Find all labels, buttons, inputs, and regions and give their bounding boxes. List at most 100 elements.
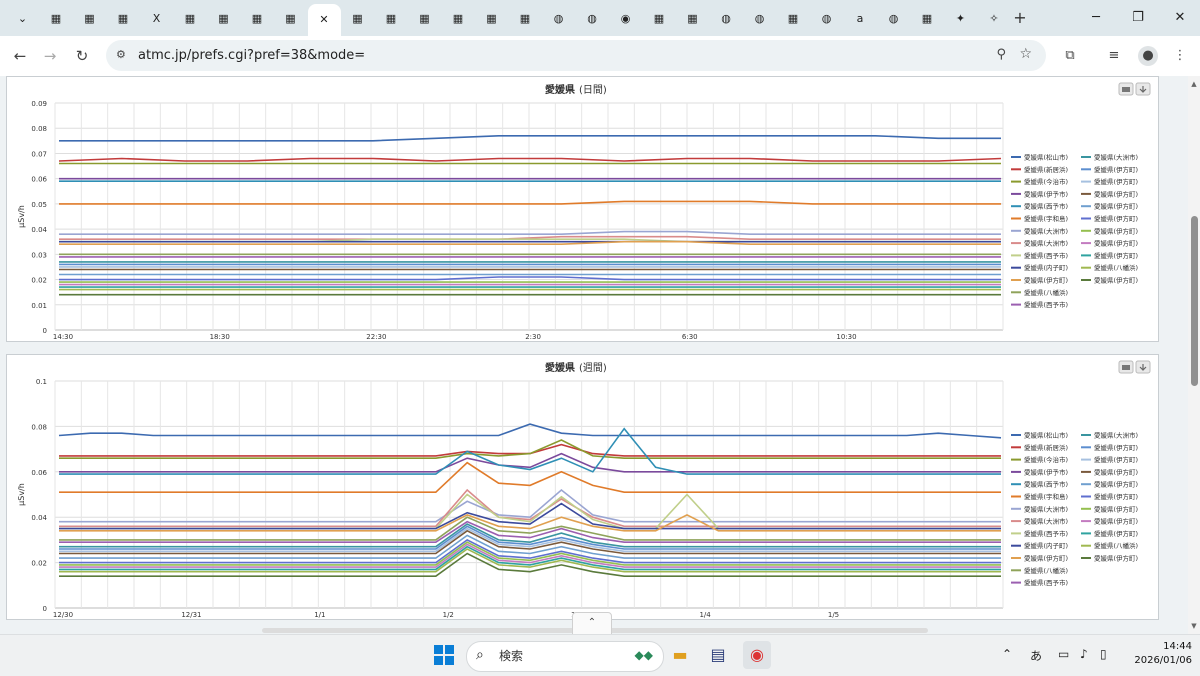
legend-item: 愛媛県(伊方町) (1094, 554, 1138, 563)
browser-tab[interactable]: ▦ (442, 6, 475, 32)
scroll-up-icon[interactable]: ▲ (1190, 80, 1198, 88)
start-button[interactable] (434, 645, 454, 665)
legend-item: 愛媛県(伊方町) (1094, 239, 1138, 248)
reload-button[interactable]: ↻ (70, 44, 94, 68)
legend-item: 愛媛県(松山市) (1024, 153, 1068, 162)
printer-icon (1122, 87, 1130, 92)
legend-item: 愛媛県(伊方町) (1094, 189, 1138, 198)
new-tab-button[interactable]: + (1010, 8, 1030, 28)
x-tick-label: 1/2 (443, 611, 454, 619)
browser-tab[interactable]: ▦ (40, 6, 73, 32)
chrome-icon[interactable]: ◉ (743, 641, 771, 669)
browser-tab[interactable]: ◉ (609, 6, 642, 32)
ime-indicator[interactable]: あ (1030, 647, 1042, 664)
zoom-icon[interactable]: ⚲ (996, 47, 1006, 62)
chart-subtitle: (日間) (579, 84, 607, 96)
close-window-button[interactable]: ✕ (1160, 6, 1200, 30)
browser-tab[interactable]: ◍ (542, 6, 575, 32)
forward-button[interactable]: → (38, 44, 62, 68)
site-settings-icon[interactable]: ⚙ (116, 48, 130, 62)
amazon-icon: a (856, 12, 864, 25)
legend-item: 愛媛県(伊予市) (1024, 467, 1068, 476)
legend-item: 愛媛県(伊方町) (1094, 251, 1138, 260)
browser-tab[interactable]: ⌄ (6, 6, 39, 32)
tray-chevron-icon[interactable]: ⌃ (1002, 647, 1012, 661)
scrollbar-thumb[interactable] (1191, 216, 1198, 386)
search-highlight-icon: ◆◆ (634, 648, 653, 662)
taskbar-search[interactable]: ⌕ 検索 ◆◆ (466, 641, 664, 672)
legend-item: 愛媛県(伊方町) (1094, 202, 1138, 211)
site-favicon: ▦ (687, 12, 698, 25)
browser-tab[interactable]: ◍ (743, 6, 776, 32)
browser-tab[interactable]: ◍ (576, 6, 609, 32)
legend-item: 愛媛県(伊予市) (1024, 189, 1068, 198)
browser-tab[interactable]: ✦ (944, 6, 977, 32)
clock[interactable]: 14:44 2026/01/06 (1120, 640, 1192, 668)
site-favicon: ▦ (218, 12, 229, 25)
browser-tab[interactable]: ▦ (73, 6, 106, 32)
chart-title: 愛媛県 (545, 361, 575, 374)
vertical-scrollbar[interactable]: ▲ ▼ (1188, 76, 1200, 634)
browser-tab[interactable]: ▦ (643, 6, 676, 32)
browser-tab[interactable]: ✕ (307, 4, 341, 36)
extensions-icon[interactable]: ⧉ (1060, 46, 1080, 66)
legend-item: 愛媛県(大洲市) (1094, 153, 1138, 162)
browser-tab[interactable]: ▦ (475, 6, 508, 32)
address-bar[interactable]: ⚙ atmc.jp/prefs.cgi?pref=38&mode= ⚲ ☆ (106, 40, 1046, 71)
legend-item: 愛媛県(伊方町) (1094, 214, 1138, 223)
scroll-hint-tab[interactable]: ⌃ (572, 612, 612, 636)
reading-list-icon[interactable]: ≡ (1104, 46, 1124, 66)
bookmark-star-icon[interactable]: ☆ (1019, 46, 1032, 62)
series-line (58, 157, 1002, 162)
browser-tab[interactable]: ▦ (375, 6, 408, 32)
maximize-button[interactable]: ❐ (1118, 6, 1158, 30)
legend-item: 愛媛県(宇和島) (1024, 214, 1068, 223)
legend-item: 愛媛県(伊方町) (1024, 554, 1068, 563)
volume-icon[interactable]: ♪ (1080, 647, 1088, 661)
battery-icon[interactable]: ▯ (1100, 647, 1107, 661)
y-tick-label: 0.01 (31, 302, 47, 310)
browser-tab[interactable]: ◍ (877, 6, 910, 32)
browser-tab[interactable]: ▦ (777, 6, 810, 32)
sparkle-icon: ✧ (989, 12, 999, 25)
browser-tab[interactable]: ▦ (207, 6, 240, 32)
legend-item: 愛媛県(伊方町) (1094, 276, 1138, 285)
legend-item: 愛媛県(伊方町) (1094, 504, 1138, 513)
y-tick-label: 0.08 (31, 125, 47, 133)
network-icon[interactable]: ▭ (1058, 647, 1069, 661)
back-button[interactable]: ← (8, 44, 32, 68)
browser-tab[interactable]: ▦ (174, 6, 207, 32)
browser-tab[interactable]: ▦ (241, 6, 274, 32)
menu-icon[interactable]: ⋮ (1170, 46, 1190, 66)
browser-tab[interactable]: a (844, 6, 877, 32)
browser-tab[interactable]: ▦ (911, 6, 944, 32)
browser-tab[interactable]: ▦ (676, 6, 709, 32)
series-line (59, 230, 1001, 235)
site-favicon: ▦ (251, 12, 263, 25)
profile-avatar[interactable]: ● (1138, 46, 1158, 66)
browser-tab[interactable]: ▦ (341, 6, 374, 32)
y-tick-label: 0.06 (31, 469, 47, 477)
close-icon[interactable]: ✕ (317, 13, 331, 27)
site-favicon: ▦ (385, 12, 397, 25)
browser-tab[interactable]: ◍ (810, 6, 843, 32)
scroll-down-icon[interactable]: ▼ (1190, 622, 1198, 630)
site-favicon: ◍ (821, 12, 832, 25)
browser-tab[interactable]: ▦ (107, 6, 140, 32)
browser-tab[interactable]: ▦ (408, 6, 441, 32)
browser-tab[interactable]: ▦ (509, 6, 542, 32)
legend-item: 愛媛県(八幡浜) (1094, 541, 1138, 550)
browser-tab[interactable]: ✧ (978, 6, 1011, 32)
y-tick-label: 0.09 (31, 100, 47, 108)
file-explorer-icon[interactable]: ▬ (666, 641, 694, 669)
page-content: 愛媛県 (日間) µSv/h 0 0.01 0.02 0.03 0.04 0.05 0.06 0.0… (0, 76, 1188, 634)
y-tick-label: 0.02 (31, 560, 47, 568)
notepad-icon[interactable]: ▤ (704, 641, 732, 669)
minimize-button[interactable]: ─ (1076, 6, 1116, 30)
browser-tab[interactable]: X (140, 6, 173, 32)
browser-tab[interactable]: ▦ (274, 6, 307, 32)
search-icon: ⌕ (476, 647, 484, 663)
legend-item: 愛媛県(伊方町) (1094, 467, 1138, 476)
browser-tab[interactable]: ◍ (710, 6, 743, 32)
url-text[interactable]: atmc.jp/prefs.cgi?pref=38&mode= (138, 40, 365, 71)
